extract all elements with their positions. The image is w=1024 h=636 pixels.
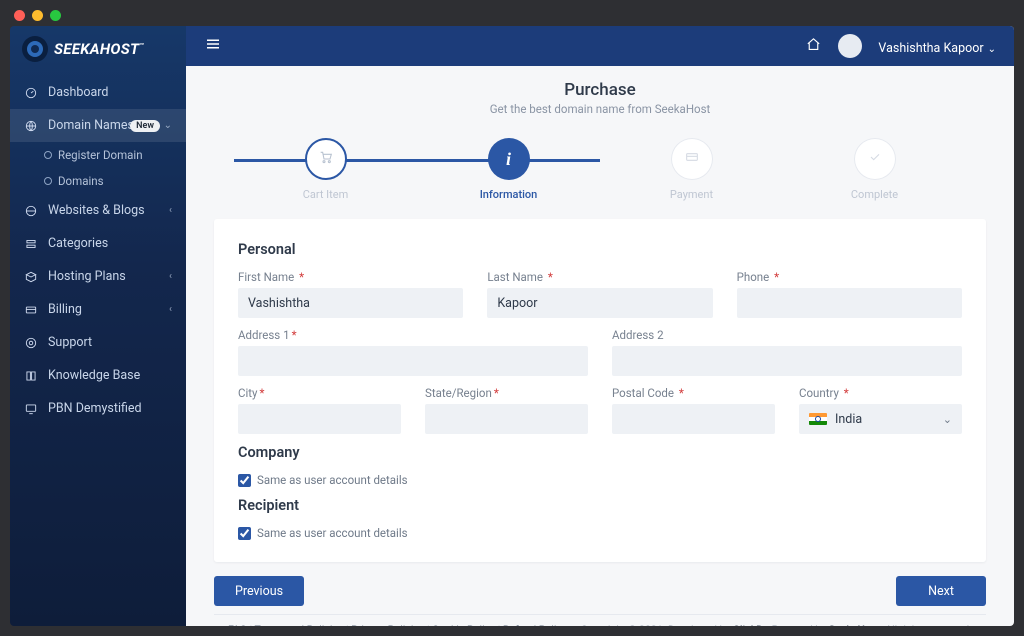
footer-link-refund[interactable]: Refund Policy [503, 623, 567, 626]
logo-mark-icon [22, 36, 48, 62]
sidebar-item-label: Dashboard [48, 85, 108, 100]
state-label: State/Region* [425, 386, 588, 400]
card-icon [24, 303, 38, 317]
support-icon [24, 336, 38, 350]
dashboard-icon [24, 86, 38, 100]
recipient-same-checkbox-row[interactable]: Same as user account details [238, 526, 962, 540]
city-input[interactable] [238, 404, 401, 434]
sidebar-item-register-domain[interactable]: Register Domain [10, 142, 186, 168]
step-complete: Complete [783, 138, 966, 201]
address1-label: Address 1* [238, 328, 588, 342]
menu-toggle-icon[interactable] [204, 35, 222, 57]
chevron-down-icon: ⌄ [943, 413, 952, 426]
chevron-right-icon: ‹ [169, 205, 172, 216]
company-same-checkbox[interactable] [238, 474, 251, 487]
phone-input[interactable] [737, 288, 962, 318]
page-subtitle: Get the best domain name from SeekaHost [214, 102, 986, 116]
sidebar-item-domains[interactable]: Domains [10, 168, 186, 194]
personal-info-card: Personal First Name * Last Name * Phone … [214, 219, 986, 562]
step-information[interactable]: i Information [417, 138, 600, 201]
footer-copyright: Copyright © 2021. Developed by ClickDo P… [581, 623, 972, 626]
phone-label: Phone * [737, 270, 962, 284]
user-menu[interactable]: Vashishtha Kapoor⌄ [878, 37, 996, 56]
city-label: City* [238, 386, 401, 400]
section-company-title: Company [238, 444, 962, 461]
sidebar-item-categories[interactable]: Categories [10, 227, 186, 260]
avatar[interactable] [838, 34, 862, 58]
box-icon [24, 270, 38, 284]
sidebar-item-support[interactable]: Support [10, 326, 186, 359]
sidebar-item-dashboard[interactable]: Dashboard [10, 76, 186, 109]
address2-input[interactable] [612, 346, 962, 376]
chevron-down-icon: ⌄ [988, 44, 996, 55]
recipient-same-checkbox[interactable] [238, 527, 251, 540]
footer-link-cookie[interactable]: Cookie Policy [432, 623, 495, 626]
previous-button[interactable]: Previous [214, 576, 304, 606]
india-flag-icon [809, 413, 827, 425]
sidebar-item-label: PBN Demystified [48, 401, 142, 416]
sidebar-item-label: Support [48, 335, 92, 350]
last-name-label: Last Name * [487, 270, 712, 284]
topbar: Vashishtha Kapoor⌄ [186, 26, 1014, 66]
layers-icon [24, 237, 38, 251]
globe-icon [24, 204, 38, 218]
new-badge: New [130, 120, 160, 132]
cart-icon [318, 149, 334, 169]
sidebar-item-label: Billing [48, 302, 82, 317]
first-name-label: First Name * [238, 270, 463, 284]
page-title: Purchase [214, 80, 986, 100]
monitor-icon [24, 402, 38, 416]
address2-label: Address 2 [612, 328, 962, 342]
last-name-input[interactable] [487, 288, 712, 318]
info-icon: i [506, 149, 511, 170]
chevron-right-icon: ‹ [169, 304, 172, 315]
sidebar-item-label: Domains [58, 174, 104, 188]
country-label: Country * [799, 386, 962, 400]
book-icon [24, 369, 38, 383]
sidebar-item-hosting-plans[interactable]: Hosting Plans ‹ [10, 260, 186, 293]
stepper-connector [234, 159, 600, 162]
footer-link-terms[interactable]: Terms and Policies [255, 623, 344, 626]
home-icon[interactable] [805, 36, 822, 57]
footer-link-faq[interactable]: FAQ [228, 623, 247, 626]
sidebar-item-label: Knowledge Base [48, 368, 140, 383]
company-same-checkbox-row[interactable]: Same as user account details [238, 473, 962, 487]
first-name-input[interactable] [238, 288, 463, 318]
chevron-right-icon: ‹ [169, 271, 172, 282]
sidebar-item-label: Register Domain [58, 148, 143, 162]
postal-input[interactable] [612, 404, 775, 434]
step-cart-item[interactable]: Cart Item [234, 138, 417, 201]
state-input[interactable] [425, 404, 588, 434]
check-icon [867, 149, 883, 169]
section-recipient-title: Recipient [238, 497, 962, 514]
checkout-stepper: Cart Item i Information Payment Complete [234, 138, 966, 201]
card-icon [684, 149, 700, 169]
footer-link-privacy[interactable]: Privacy Policies [351, 623, 424, 626]
sidebar-item-websites-blogs[interactable]: Websites & Blogs ‹ [10, 194, 186, 227]
step-payment: Payment [600, 138, 783, 201]
sidebar-item-domain-names[interactable]: Domain Names New ⌄ [10, 109, 186, 142]
next-button[interactable]: Next [896, 576, 986, 606]
brand-logo[interactable]: SEEKAHOST™ [10, 26, 186, 76]
address1-input[interactable] [238, 346, 588, 376]
section-personal-title: Personal [238, 241, 962, 258]
footer: FAQ | Terms and Policies | Privacy Polic… [214, 614, 986, 626]
sidebar-item-label: Hosting Plans [48, 269, 126, 284]
sidebar: SEEKAHOST™ Dashboard Domain Names New ⌄ … [10, 26, 186, 626]
footer-links: FAQ | Terms and Policies | Privacy Polic… [228, 623, 567, 626]
sidebar-item-knowledge-base[interactable]: Knowledge Base [10, 359, 186, 392]
window-controls [14, 10, 61, 21]
postal-label: Postal Code * [612, 386, 775, 400]
country-select[interactable]: India ⌄ [799, 404, 962, 434]
sidebar-item-billing[interactable]: Billing ‹ [10, 293, 186, 326]
brand-name: SEEKAHOST™ [54, 40, 144, 58]
chevron-down-icon: ⌄ [164, 120, 172, 131]
sidebar-item-label: Websites & Blogs [48, 203, 145, 218]
sidebar-item-label: Categories [48, 236, 108, 251]
sidebar-item-pbn-demystified[interactable]: PBN Demystified [10, 392, 186, 425]
globe-icon [24, 119, 38, 133]
sidebar-item-label: Domain Names [48, 118, 134, 133]
